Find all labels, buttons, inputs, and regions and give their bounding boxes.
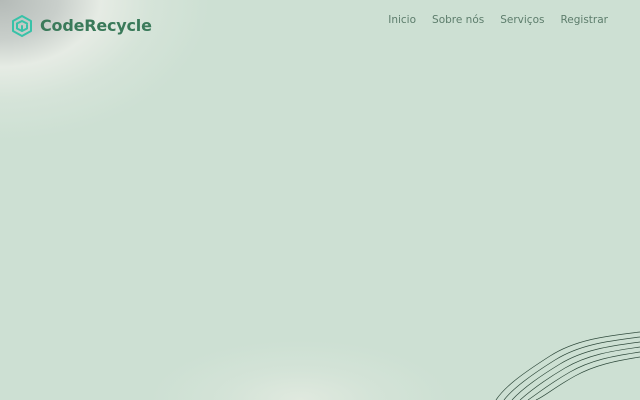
brand-name: CodeRecycle (40, 16, 152, 35)
wave-lines-icon (495, 331, 640, 400)
recycle-cube-icon (12, 15, 32, 37)
site-header: CodeRecycle Inicio Sobre nós Serviços Re… (0, 0, 640, 50)
nav-link-inicio[interactable]: Inicio (388, 12, 416, 28)
main-navigation: Inicio Sobre nós Serviços Registrar (388, 12, 608, 28)
nav-link-registrar[interactable]: Registrar (560, 12, 608, 28)
brand-home-link[interactable]: CodeRecycle (10, 13, 152, 39)
nav-link-sobre-nos[interactable]: Sobre nós (432, 12, 484, 28)
nav-link-servicos[interactable]: Serviços (500, 12, 544, 28)
